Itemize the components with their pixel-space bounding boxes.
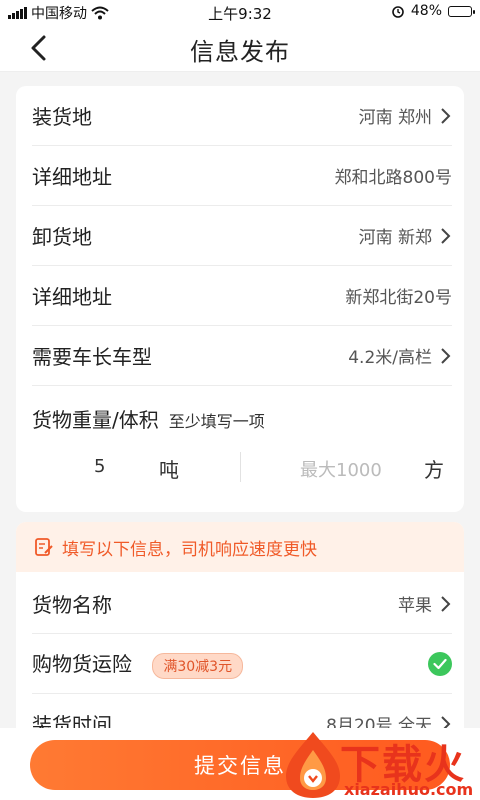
weight-volume-hint: 至少填写一项 — [168, 412, 265, 431]
weight-volume-heading: 货物重量/体积 至少填写一项 — [32, 404, 265, 433]
cargo-name-value: 苹果 — [398, 596, 432, 616]
unloading-place-row[interactable]: 卸货地 河南 新郑 — [32, 206, 452, 266]
battery-icon — [448, 5, 475, 17]
insurance-label-wrap: 购物货运险 满30减3元 — [32, 648, 244, 679]
nav-bar: 信息发布 — [0, 24, 480, 72]
unloading-address-label: 详细地址 — [32, 285, 112, 309]
edit-note-icon — [35, 538, 53, 556]
chevron-right-icon — [441, 107, 451, 124]
alarm-icon — [392, 6, 404, 18]
battery-percent: 48% — [410, 3, 442, 19]
watermark-logo: 下载火 xiazaihuo.com — [278, 728, 480, 800]
loading-address-row[interactable]: 详细地址 郑和北路800号 — [32, 146, 452, 206]
divider — [240, 452, 241, 482]
loading-place-label: 装货地 — [32, 105, 92, 129]
cargo-name-label: 货物名称 — [32, 593, 112, 617]
insurance-row[interactable]: 购物货运险 满30减3元 — [32, 634, 452, 694]
volume-unit-label: 方 — [424, 458, 444, 482]
chevron-right-icon — [441, 595, 451, 612]
unloading-address-value[interactable]: 新郑北街20号 — [345, 283, 452, 308]
loading-place-value-wrap: 河南 郑州 — [359, 103, 452, 128]
page-title: 信息发布 — [190, 38, 290, 66]
unloading-place-value: 河南 新郑 — [358, 228, 432, 248]
vehicle-label: 需要车长车型 — [32, 345, 152, 369]
vehicle-row[interactable]: 需要车长车型 4.2米/高栏 — [32, 326, 452, 386]
volume-input[interactable]: 最大1000 — [300, 456, 382, 482]
ton-unit-label: 吨 — [159, 458, 179, 482]
vehicle-value-wrap: 4.2米/高栏 — [348, 343, 452, 368]
loading-place-value: 河南 郑州 — [358, 108, 432, 128]
chevron-right-icon — [441, 227, 451, 244]
vehicle-value: 4.2米/高栏 — [348, 348, 432, 368]
loading-address-label: 详细地址 — [32, 165, 112, 189]
tip-banner: 填写以下信息，司机响应速度更快 — [16, 522, 464, 572]
cargo-name-row[interactable]: 货物名称 苹果 — [32, 574, 452, 634]
weight-volume-label: 货物重量/体积 — [32, 408, 159, 432]
tip-text: 填写以下信息，司机响应速度更快 — [62, 539, 317, 560]
loading-place-row[interactable]: 装货地 河南 郑州 — [32, 86, 452, 146]
status-right: 48% — [391, 3, 475, 19]
discount-badge: 满30减3元 — [152, 653, 244, 679]
cargo-name-value-wrap: 苹果 — [398, 591, 452, 616]
flame-logo-icon — [286, 732, 340, 798]
loading-address-value[interactable]: 郑和北路800号 — [335, 163, 452, 188]
cargo-route-card: 装货地 河南 郑州 详细地址 郑和北路800号 卸货地 河南 新郑 详细地址 新… — [16, 86, 464, 512]
status-bar: 中国移动 上午9:32 48% — [0, 0, 480, 24]
watermark-sub: xiazaihuo.com — [344, 780, 474, 799]
insurance-label: 购物货运险 — [32, 652, 132, 676]
weight-volume-inputs: 5 吨 最大1000 方 — [16, 446, 464, 490]
checkmark-icon[interactable] — [428, 651, 452, 676]
chevron-right-icon — [441, 347, 451, 364]
weight-input[interactable]: 5 — [94, 456, 105, 477]
unloading-place-value-wrap: 河南 新郑 — [359, 223, 452, 248]
unloading-address-row[interactable]: 详细地址 新郑北街20号 — [32, 266, 452, 326]
unloading-place-label: 卸货地 — [32, 225, 92, 249]
